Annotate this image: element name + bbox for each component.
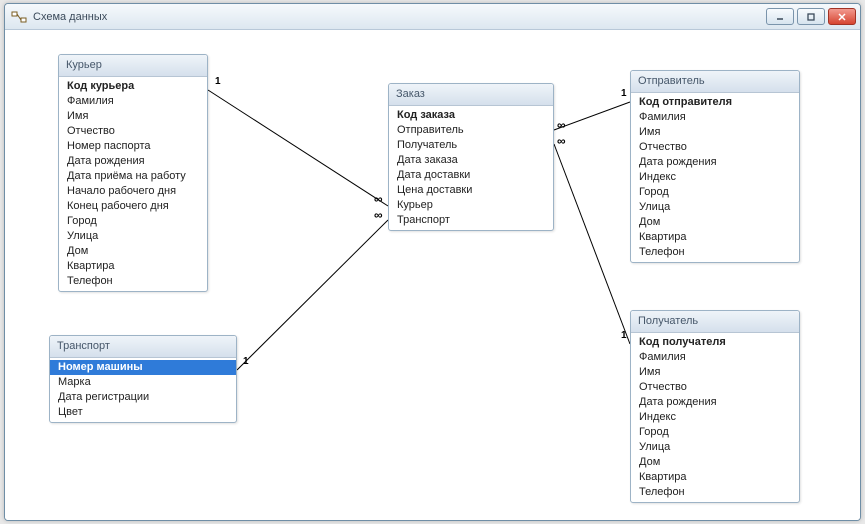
cardinality-one: 1 [215,76,221,87]
entity-field[interactable]: Фамилия [631,350,799,365]
cardinality-one: 1 [621,88,627,99]
entity-fields: Код получателяФамилияИмяОтчествоДата рож… [631,333,799,502]
entity-title[interactable]: Получатель [631,311,799,333]
cardinality-many: ∞ [374,208,380,222]
entity-field[interactable]: Марка [50,375,236,390]
entity-fields: Код заказаОтправительПолучательДата зака… [389,106,553,230]
entity-fields: Код курьераФамилияИмяОтчествоНомер паспо… [59,77,207,291]
window-frame: Схема данных 1 ∞ 1 ∞ [4,3,861,521]
entity-field[interactable]: Отправитель [389,123,553,138]
entity-field[interactable]: Отчество [631,380,799,395]
entity-field[interactable]: Телефон [631,485,799,500]
entity-field[interactable]: Цвет [50,405,236,420]
entity-title[interactable]: Курьер [59,55,207,77]
entity-field[interactable]: Дата регистрации [50,390,236,405]
entity-order[interactable]: Заказ Код заказаОтправительПолучательДат… [388,83,554,231]
relationships-icon [11,9,27,25]
entity-field[interactable]: Отчество [631,140,799,155]
entity-field[interactable]: Отчество [59,124,207,139]
entity-field[interactable]: Улица [631,440,799,455]
entity-field[interactable]: Дата приёма на работу [59,169,207,184]
entity-field[interactable]: Дом [631,215,799,230]
maximize-button[interactable] [797,8,825,25]
entity-field[interactable]: Дата рождения [631,155,799,170]
entity-field[interactable]: Имя [59,109,207,124]
entity-field[interactable]: Код курьера [59,79,207,94]
entity-field[interactable]: Телефон [631,245,799,260]
entity-field[interactable]: Дом [631,455,799,470]
cardinality-many: ∞ [557,134,563,148]
entity-field[interactable]: Имя [631,125,799,140]
cardinality-many: ∞ [374,192,380,206]
entity-field[interactable]: Начало рабочего дня [59,184,207,199]
entity-field[interactable]: Фамилия [59,94,207,109]
entity-field[interactable]: Квартира [59,259,207,274]
entity-field[interactable]: Получатель [389,138,553,153]
entity-title[interactable]: Отправитель [631,71,799,93]
entity-field[interactable]: Имя [631,365,799,380]
entity-fields: Код отправителяФамилияИмяОтчествоДата ро… [631,93,799,262]
entity-field[interactable]: Номер машины [50,360,236,375]
entity-field[interactable]: Дата рождения [59,154,207,169]
entity-field[interactable]: Улица [59,229,207,244]
entity-title[interactable]: Транспорт [50,336,236,358]
entity-field[interactable]: Дата заказа [389,153,553,168]
entity-field[interactable]: Фамилия [631,110,799,125]
entity-field[interactable]: Квартира [631,230,799,245]
entity-field[interactable]: Дата доставки [389,168,553,183]
entity-field[interactable]: Транспорт [389,213,553,228]
cardinality-many: ∞ [557,118,563,132]
entity-field[interactable]: Телефон [59,274,207,289]
entity-field[interactable]: Код отправителя [631,95,799,110]
entity-title[interactable]: Заказ [389,84,553,106]
entity-field[interactable]: Улица [631,200,799,215]
entity-field[interactable]: Конец рабочего дня [59,199,207,214]
entity-field[interactable]: Квартира [631,470,799,485]
entity-field[interactable]: Индекс [631,410,799,425]
entity-courier[interactable]: Курьер Код курьераФамилияИмяОтчествоНоме… [58,54,208,292]
window-title: Схема данных [33,11,766,23]
minimize-button[interactable] [766,8,794,25]
entity-recipient[interactable]: Получатель Код получателяФамилияИмяОтчес… [630,310,800,503]
entity-field[interactable]: Цена доставки [389,183,553,198]
close-button[interactable] [828,8,856,25]
entity-fields: Номер машиныМаркаДата регистрацииЦвет [50,358,236,422]
diagram-canvas[interactable]: 1 ∞ 1 ∞ 1 ∞ 1 ∞ Курьер Код курьераФамили… [5,30,860,520]
entity-transport[interactable]: Транспорт Номер машиныМаркаДата регистра… [49,335,237,423]
entity-field[interactable]: Дата рождения [631,395,799,410]
cardinality-one: 1 [243,356,249,367]
entity-field[interactable]: Индекс [631,170,799,185]
entity-field[interactable]: Дом [59,244,207,259]
entity-field[interactable]: Код получателя [631,335,799,350]
entity-field[interactable]: Код заказа [389,108,553,123]
titlebar[interactable]: Схема данных [5,4,860,30]
cardinality-one: 1 [621,330,627,341]
entity-field[interactable]: Город [59,214,207,229]
entity-field[interactable]: Курьер [389,198,553,213]
window-controls [766,8,856,25]
entity-sender[interactable]: Отправитель Код отправителяФамилияИмяОтч… [630,70,800,263]
entity-field[interactable]: Город [631,185,799,200]
entity-field[interactable]: Номер паспорта [59,139,207,154]
entity-field[interactable]: Город [631,425,799,440]
